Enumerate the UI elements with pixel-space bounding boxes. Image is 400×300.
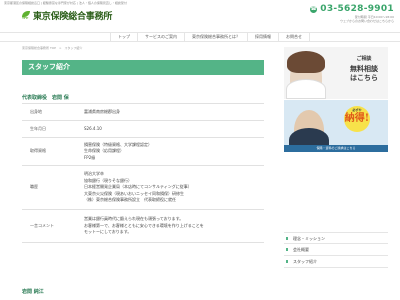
side-menu: 理念・ミッション 会社概要 スタッフ紹介 bbox=[284, 232, 388, 268]
table-row: 生年月日 S26.4.10 bbox=[22, 120, 264, 138]
free-consultation-banner[interactable]: ご相談 無料相談 はこちら bbox=[284, 47, 388, 99]
site-logo[interactable]: TFP 東京保険総合事務所 bbox=[22, 9, 112, 22]
side-item-staff[interactable]: スタッフ紹介 bbox=[284, 256, 388, 268]
site-header: 東京都港区の保険相談窓口 | 経験豊富な専門家が対応 | 法人・個人の保険見直し… bbox=[0, 0, 400, 32]
row-label: 職歴 bbox=[22, 165, 80, 210]
row-label: 一言コメント bbox=[22, 209, 80, 243]
breadcrumb-current: スタッフ紹介 bbox=[64, 46, 83, 50]
row-value: 営業は銀行員時代に鍛えられ現在も頑張っております。 お客様第一で、お客様とともに… bbox=[80, 209, 264, 243]
staff-profile-table: 出身地 富浦県南房総郡出身 生年月日 S26.4.10 取得資格 損害保険（特級… bbox=[22, 103, 264, 243]
row-label: 生年月日 bbox=[22, 120, 80, 138]
phone-text: 03-5628-9901 bbox=[320, 4, 394, 14]
nav-item-top[interactable]: トップ bbox=[110, 33, 138, 41]
page-title: スタッフ紹介 bbox=[22, 60, 264, 75]
satisfaction-banner[interactable]: 必ずや 納得! 保険・資料のご請求はこちら bbox=[284, 100, 388, 152]
hair-shape bbox=[287, 51, 325, 73]
global-nav: トップ サービスのご案内 東京保険総合事務所とは？ 採用情報 お問合せ bbox=[0, 32, 400, 42]
table-row: 取得資格 損害保険（特級資格、大学課程認定） 生命保険（応用課程） FP2級 bbox=[22, 137, 264, 166]
row-value: 富浦県南房総郡出身 bbox=[80, 103, 264, 121]
row-label: 出身地 bbox=[22, 103, 80, 121]
row-value: 損害保険（特級資格、大学課程認定） 生命保険（応用課程） FP2級 bbox=[80, 137, 264, 166]
row-value: S26.4.10 bbox=[80, 120, 264, 138]
business-hours: 受付時間 平日10:00〜18:00 ウェブからのお問い合わせはこちらから bbox=[339, 15, 394, 23]
phone-icon: ☎ bbox=[310, 5, 318, 13]
staff-heading-representative: 代表取締役 岩間 保 bbox=[22, 95, 69, 101]
banner1-text: ご相談 無料相談 はこちら bbox=[350, 56, 378, 82]
table-row: 職歴 明治大学卒 協和銀行（現りそな銀行） 日本経営開発企業局（本店時にてコンサ… bbox=[22, 165, 264, 210]
logo-leaf-icon: TFP bbox=[22, 11, 30, 20]
breadcrumb-home[interactable]: 東京保険総合事務所 TOP bbox=[22, 46, 56, 50]
nav-item-services[interactable]: サービスのご案内 bbox=[138, 33, 185, 41]
breadcrumb-separator: > bbox=[58, 46, 62, 50]
satisfied-badge: 必ずや 納得! bbox=[344, 106, 370, 132]
logo-text: 東京保険総合事務所 bbox=[33, 12, 113, 22]
phone-number[interactable]: ☎ 03-5628-9901 bbox=[310, 4, 394, 14]
table-row: 出身地 富浦県南房総郡出身 bbox=[22, 103, 264, 121]
banner2-caption: 保険・資料のご請求はこちら bbox=[284, 145, 388, 152]
table-row: 一言コメント 営業は銀行員時代に鍛えられ現在も頑張っております。 お客様第一で、… bbox=[22, 209, 264, 243]
breadcrumb: 東京保険総合事務所 TOP > スタッフ紹介 bbox=[22, 46, 82, 50]
nav-item-about[interactable]: 東京保険総合事務所とは？ bbox=[185, 33, 248, 41]
header-tagline: 東京都港区の保険相談窓口 | 経験豊富な専門家が対応 | 法人・個人の保険見直し… bbox=[4, 1, 127, 5]
side-item-philosophy[interactable]: 理念・ミッション bbox=[284, 232, 388, 244]
row-label: 取得資格 bbox=[22, 137, 80, 166]
row-value: 明治大学卒 協和銀行（現りそな銀行） 日本経営開発企業局（本店時にてコンサルティ… bbox=[80, 165, 264, 210]
nav-item-contact[interactable]: お問合せ bbox=[279, 33, 310, 41]
nav-item-recruit[interactable]: 採用情報 bbox=[248, 33, 279, 41]
side-item-company[interactable]: 会社概要 bbox=[284, 244, 388, 256]
blouse-shape bbox=[286, 79, 326, 99]
staff-heading-second: 岩間 純江 bbox=[22, 289, 44, 295]
